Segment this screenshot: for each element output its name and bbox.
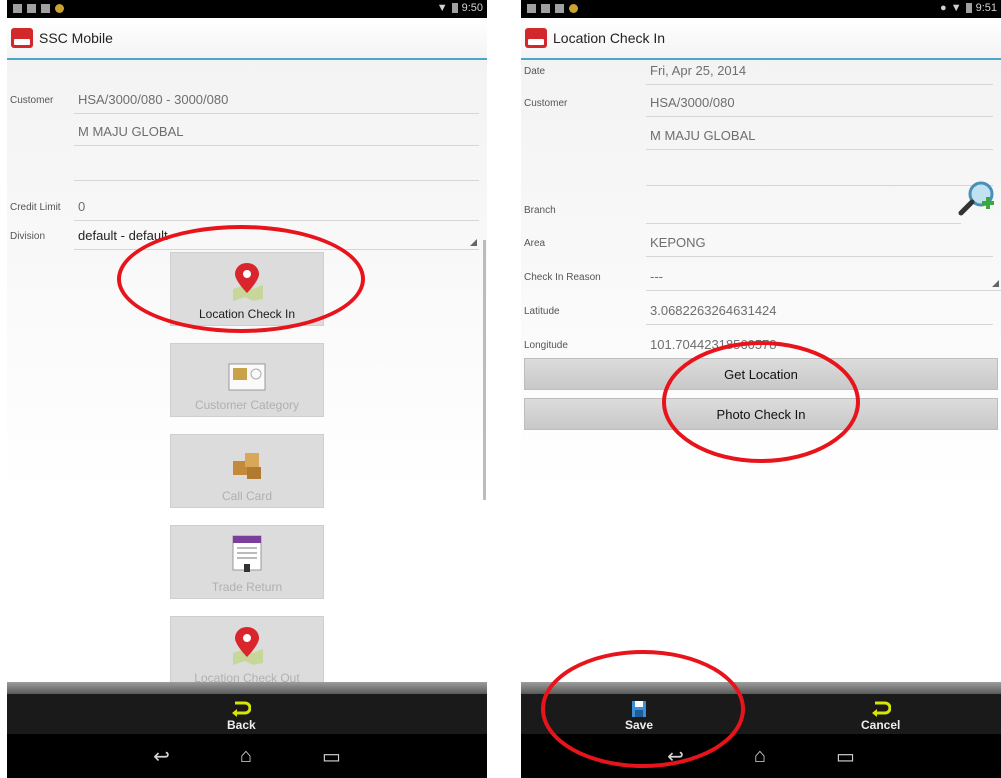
- phone-screen-right: ● ▼ 9:51 Location Check In Date Fri, Apr…: [521, 0, 1001, 778]
- address-field[interactable]: [646, 155, 993, 186]
- area-label: Area: [524, 237, 546, 249]
- battery-icon: [451, 3, 458, 13]
- back-label: Back: [227, 718, 256, 732]
- notification-icon: [555, 4, 564, 13]
- wifi-icon: ▼: [436, 2, 448, 14]
- system-nav-bar: ↩ ⌂ ▭: [7, 734, 487, 778]
- customer-name-row: M MAJU GLOBAL: [7, 115, 487, 149]
- highlight-ellipse: [117, 225, 365, 333]
- return-form-icon: [232, 535, 262, 572]
- branch-row: Branch: [521, 193, 1001, 227]
- contact-card-icon: [228, 363, 266, 391]
- area-field[interactable]: KEPONG: [646, 230, 993, 257]
- scrollbar[interactable]: [483, 240, 486, 500]
- cancel-label: Cancel: [861, 718, 901, 732]
- highlight-ellipse: [541, 650, 745, 768]
- notification-icon: [527, 4, 536, 13]
- location-check-out-tile[interactable]: Location Check Out: [170, 616, 324, 690]
- date-label: Date: [524, 65, 546, 77]
- action-bar: SSC Mobile: [7, 18, 487, 60]
- latitude-label: Latitude: [524, 305, 560, 317]
- phone-screen-left: ▼ 9:50 SSC Mobile Customer HSA/3000/080 …: [7, 0, 487, 778]
- area-row: Area KEPONG: [521, 226, 1001, 260]
- customer-label: Customer: [524, 97, 568, 109]
- back-button[interactable]: Back: [227, 700, 256, 732]
- search-add-icon[interactable]: [957, 179, 997, 219]
- trade-return-tile[interactable]: Trade Return: [170, 525, 324, 599]
- customer-name-field[interactable]: M MAJU GLOBAL: [74, 119, 479, 146]
- notification-icon: [27, 4, 36, 13]
- customer-code-field[interactable]: HSA/3000/080: [646, 90, 993, 117]
- notification-icon: [569, 4, 578, 13]
- branch-label: Branch: [524, 204, 556, 216]
- customer-name-row: M MAJU GLOBAL: [521, 119, 1001, 153]
- customer-detail-panel: Customer HSA/3000/080 - 3000/080 M MAJU …: [7, 60, 487, 690]
- tile-label: Trade Return: [211, 580, 283, 594]
- customer-category-tile[interactable]: Customer Category: [170, 343, 324, 417]
- battery-icon: [965, 3, 972, 13]
- back-arrow-icon: [232, 701, 252, 717]
- address-row: [521, 153, 1001, 187]
- back-arrow-icon: [871, 701, 891, 717]
- wifi-icon: ▼: [950, 2, 962, 14]
- customer-name-field[interactable]: M MAJU GLOBAL: [646, 123, 993, 150]
- app-logo-icon: [11, 28, 33, 48]
- longitude-label: Longitude: [524, 339, 568, 351]
- nav-home-icon[interactable]: ⌂: [754, 745, 766, 768]
- customer-row: Customer HSA/3000/080 - 3000/080: [7, 83, 487, 117]
- check-in-reason-row: Check In Reason ---: [521, 260, 1001, 294]
- highlight-ellipse: [662, 341, 860, 463]
- notification-icon: [41, 4, 50, 13]
- customer-label: Customer: [10, 94, 54, 106]
- latitude-field[interactable]: 3.0682263264631424: [646, 298, 993, 325]
- address-row: [7, 148, 487, 182]
- tile-label: Customer Category: [194, 398, 300, 412]
- notification-icon: [13, 4, 22, 13]
- division-label: Division: [10, 230, 46, 242]
- notification-icon: [541, 4, 550, 13]
- date-field[interactable]: Fri, Apr 25, 2014: [646, 58, 993, 85]
- location-icon: ●: [940, 2, 947, 14]
- credit-limit-label: Credit Limit: [10, 201, 61, 213]
- call-card-tile[interactable]: Call Card: [170, 434, 324, 508]
- cancel-button[interactable]: Cancel: [861, 700, 900, 732]
- nav-recents-icon[interactable]: ▭: [836, 744, 855, 769]
- app-title: SSC Mobile: [39, 30, 113, 46]
- date-row: Date Fri, Apr 25, 2014: [521, 54, 1001, 88]
- latitude-row: Latitude 3.0682263264631424: [521, 294, 1001, 328]
- map-pin-icon: [233, 627, 263, 665]
- nav-recents-icon[interactable]: ▭: [322, 744, 341, 769]
- clock: 9:50: [461, 2, 483, 14]
- customer-row: Customer HSA/3000/080: [521, 86, 1001, 120]
- nav-back-icon[interactable]: ↩: [153, 744, 170, 769]
- notification-icon: [55, 4, 64, 13]
- status-bar: ● ▼ 9:51: [521, 0, 1001, 18]
- customer-code-field[interactable]: HSA/3000/080 - 3000/080: [74, 87, 479, 114]
- branch-field[interactable]: [646, 197, 961, 224]
- screen-title: Location Check In: [553, 30, 666, 46]
- status-bar: ▼ 9:50: [7, 0, 487, 18]
- nav-home-icon[interactable]: ⌂: [240, 745, 252, 768]
- tile-label: Call Card: [221, 489, 272, 503]
- app-logo-icon: [525, 28, 547, 48]
- boxes-icon: [233, 453, 261, 479]
- credit-limit-field[interactable]: 0: [74, 194, 479, 221]
- clock: 9:51: [975, 2, 997, 14]
- check-in-reason-label: Check In Reason: [524, 271, 601, 283]
- check-in-reason-select[interactable]: ---: [646, 264, 1001, 291]
- address-field[interactable]: [74, 150, 479, 181]
